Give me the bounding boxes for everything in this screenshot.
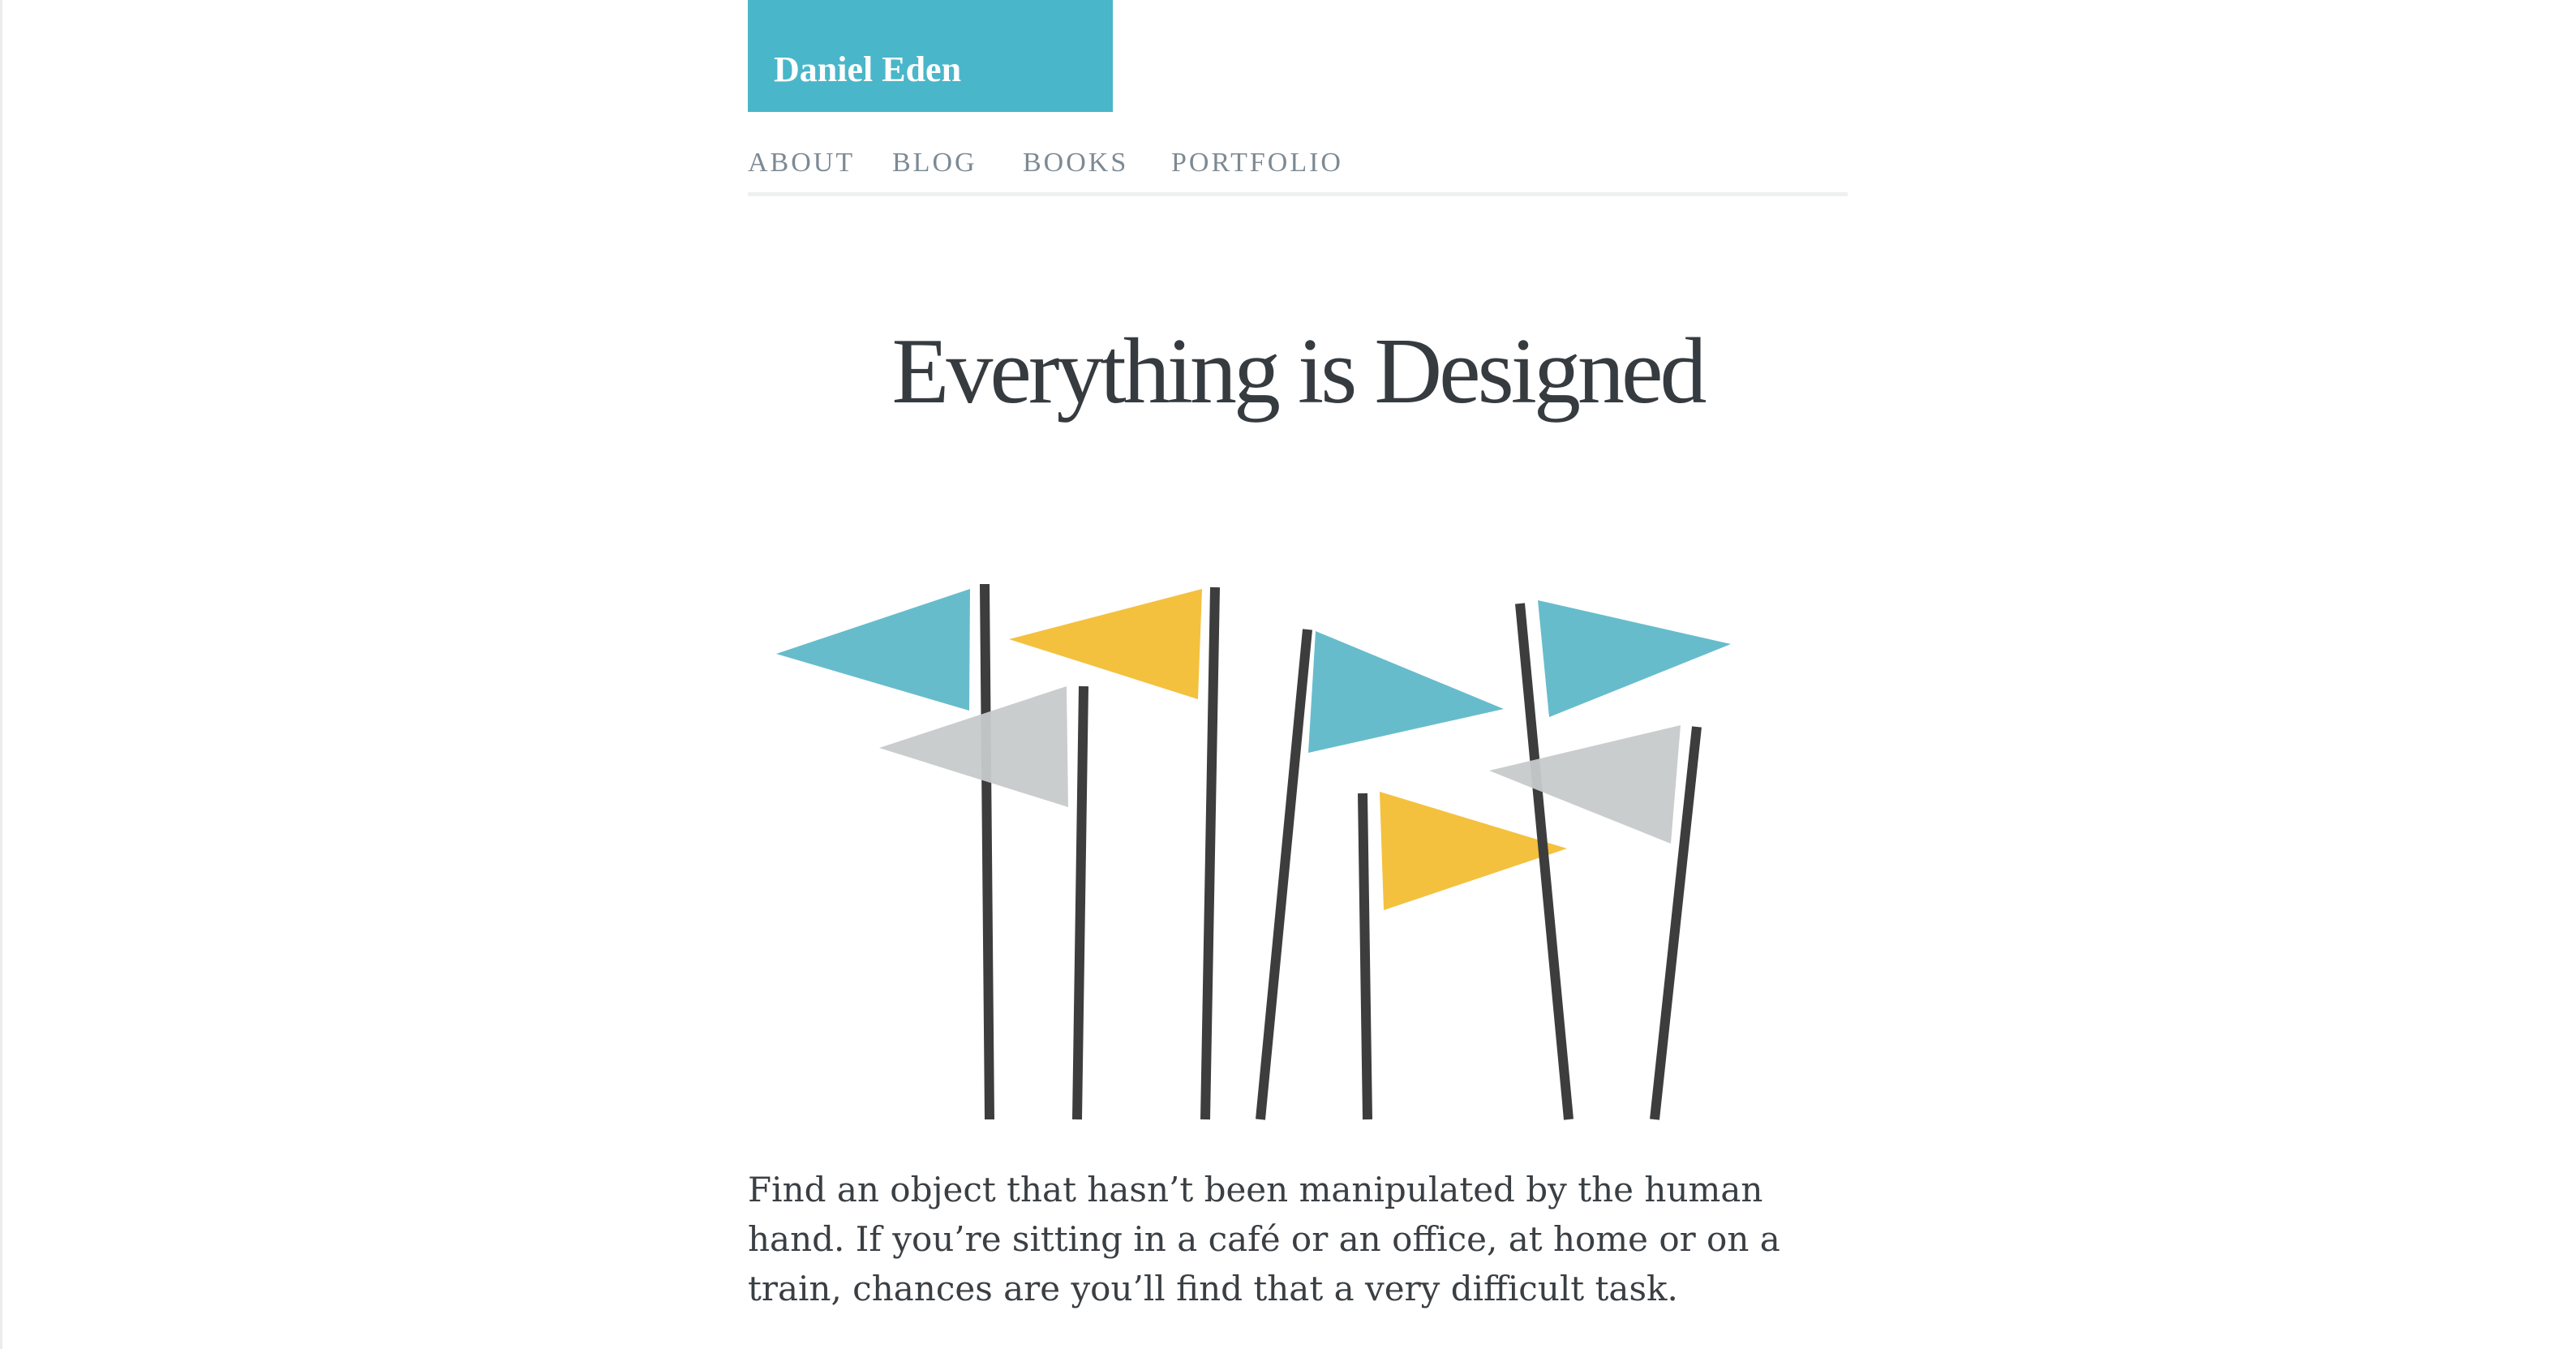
page-container: Daniel Eden ABOUT BLOG BOOKS PORTFOLIO E…: [748, 0, 1848, 1308]
flag-pole-1: [980, 583, 994, 1120]
article-intro-paragraph: Find an object that hasn’t been manipula…: [748, 1170, 1780, 1308]
flag-pole-3: [1200, 586, 1220, 1120]
flag-gray-2: [1489, 725, 1681, 844]
nav-item-about[interactable]: ABOUT: [748, 149, 855, 177]
main-nav: ABOUT BLOG BOOKS PORTFOLIO: [748, 149, 1848, 196]
page-edge: [0, 0, 2, 1349]
flag-pole-5: [1358, 793, 1372, 1120]
nav-item-portfolio[interactable]: PORTFOLIO: [1171, 149, 1343, 177]
flags-illustration: [776, 583, 1731, 1120]
flag-yellow-1: [1009, 589, 1202, 699]
nav-item-blog[interactable]: BLOG: [892, 149, 977, 177]
flag-blue-1: [776, 589, 970, 711]
flag-pole-4: [1256, 629, 1312, 1120]
flag-blue-3: [1538, 600, 1731, 717]
flag-blue-2: [1308, 631, 1504, 753]
flag-gray-1: [879, 686, 1068, 807]
site-logo-link[interactable]: Daniel Eden: [748, 0, 1113, 112]
nav-item-books[interactable]: BOOKS: [1023, 149, 1128, 177]
article-title: Everything is Designed: [891, 320, 1707, 423]
flag-pole-2: [1072, 685, 1088, 1120]
